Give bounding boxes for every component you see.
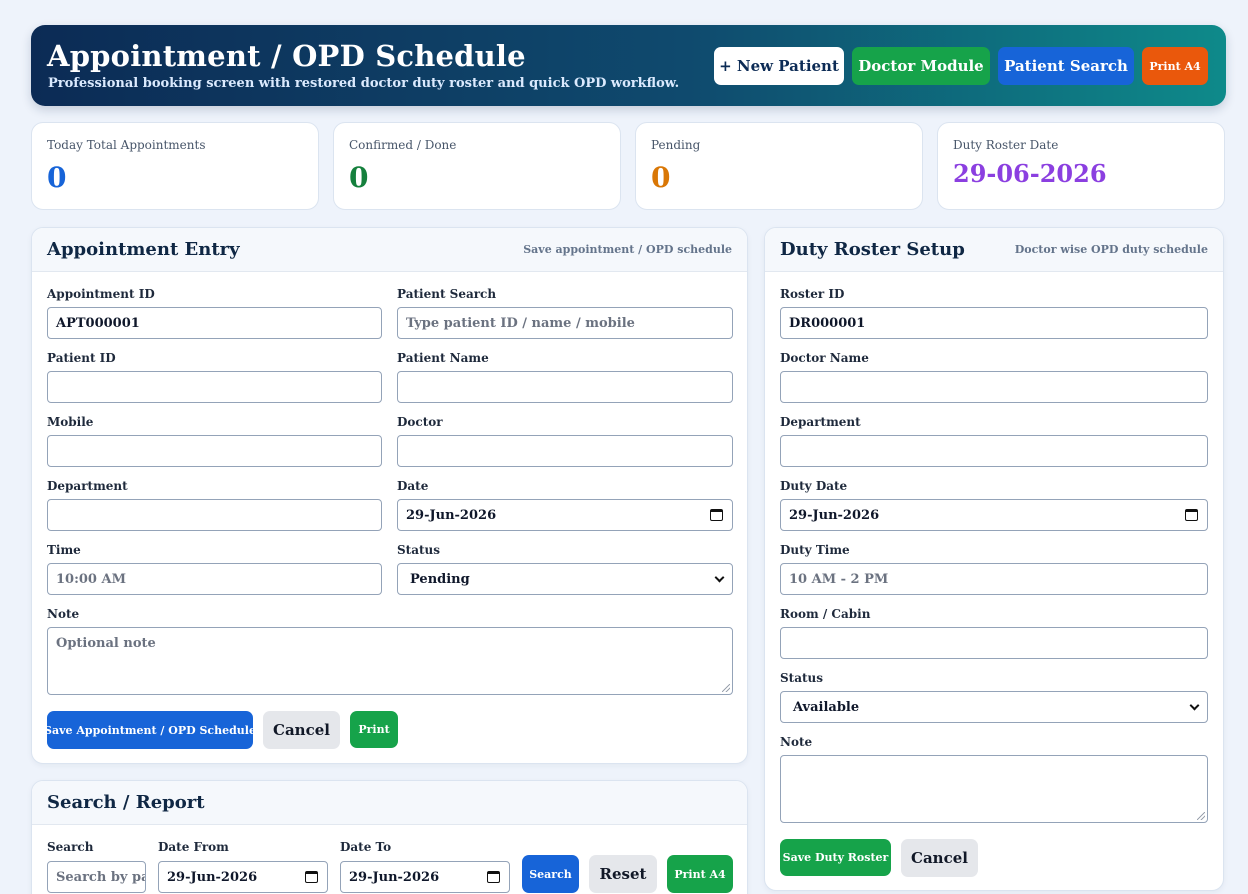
duty-time-label: Duty Time <box>780 543 850 557</box>
new-patient-button[interactable]: + New Patient <box>714 47 844 85</box>
room-label: Room / Cabin <box>780 607 871 621</box>
roster-id-label: Roster ID <box>780 287 845 301</box>
duty-time-input[interactable]: 10 AM - 2 PM <box>780 563 1208 595</box>
stat-label: Pending <box>651 138 701 152</box>
mobile-input[interactable] <box>47 435 382 467</box>
appointment-id-input[interactable]: APT000001 <box>47 307 382 339</box>
panel-header: Appointment Entry Save appointment / OPD… <box>32 228 747 272</box>
duty-date-input[interactable]: 29-Jun-2026 <box>780 499 1208 531</box>
report-reset-button[interactable]: Reset <box>589 855 657 893</box>
roster-department-label: Department <box>780 415 861 429</box>
time-input[interactable]: 10:00 AM <box>47 563 382 595</box>
date-value: 29-Jun-2026 <box>406 507 497 523</box>
patient-id-input[interactable] <box>47 371 382 403</box>
appointment-id-label: Appointment ID <box>47 287 155 301</box>
resize-grip-icon[interactable] <box>1197 812 1205 820</box>
page-subtitle: Professional booking screen with restore… <box>48 76 680 91</box>
save-duty-roster-button[interactable]: Save Duty Roster <box>780 839 891 876</box>
department-input[interactable] <box>47 499 382 531</box>
panel-title: Duty Roster Setup <box>780 239 965 260</box>
report-print-a4-button[interactable]: Print A4 <box>667 855 733 893</box>
date-to-input[interactable]: 29-Jun-2026 <box>340 861 510 893</box>
date-from-value: 29-Jun-2026 <box>167 869 258 885</box>
note-label: Note <box>47 607 80 621</box>
header-print-a4-button[interactable]: Print A4 <box>1142 47 1208 85</box>
status-label: Status <box>397 543 441 557</box>
stat-label: Confirmed / Done <box>349 138 457 152</box>
patient-search-label: Patient Search <box>397 287 497 301</box>
doctor-input[interactable] <box>397 435 733 467</box>
date-to-label: Date To <box>340 840 392 854</box>
report-search-label: Search <box>47 840 94 854</box>
calendar-icon[interactable] <box>1185 509 1198 521</box>
note-placeholder: Optional note <box>56 636 156 651</box>
date-from-input[interactable]: 29-Jun-2026 <box>158 861 328 893</box>
stat-value: 29-06-2026 <box>953 159 1107 188</box>
date-to-value: 29-Jun-2026 <box>349 869 440 885</box>
cancel-appointment-button[interactable]: Cancel <box>263 711 340 749</box>
report-search-input[interactable]: Search by patient <box>47 861 146 893</box>
panel-title: Search / Report <box>47 792 205 813</box>
duty-date-label: Duty Date <box>780 479 848 493</box>
page-header: Appointment / OPD Schedule Professional … <box>31 25 1226 106</box>
status-select[interactable]: Pending <box>397 563 733 595</box>
date-input[interactable]: 29-Jun-2026 <box>397 499 733 531</box>
chevron-down-icon <box>714 572 725 583</box>
page-title: Appointment / OPD Schedule <box>47 39 526 73</box>
patient-search-input[interactable]: Type patient ID / name / mobile <box>397 307 733 339</box>
panel-note: Doctor wise OPD duty schedule <box>1014 243 1208 256</box>
panel-note: Save appointment / OPD schedule <box>523 243 732 256</box>
roster-status-select[interactable]: Available <box>780 691 1208 723</box>
calendar-icon[interactable] <box>487 871 500 883</box>
panel-title: Appointment Entry <box>47 239 240 260</box>
patient-name-label: Patient Name <box>397 351 489 365</box>
stat-value: 0 <box>47 161 67 194</box>
stat-card-confirmed: Confirmed / Done 0 <box>333 122 621 210</box>
calendar-icon[interactable] <box>305 871 318 883</box>
roster-status-value: Available <box>793 699 860 715</box>
date-from-label: Date From <box>158 840 229 854</box>
resize-grip-icon[interactable] <box>722 684 730 692</box>
save-appointment-button[interactable]: Save Appointment / OPD Schedule <box>44 711 256 749</box>
doctor-name-label: Doctor Name <box>780 351 869 365</box>
patient-id-label: Patient ID <box>47 351 116 365</box>
appointment-entry-panel: Appointment Entry Save appointment / OPD… <box>31 227 748 764</box>
roster-note-label: Note <box>780 735 813 749</box>
search-report-panel: Search / Report Search Search by patient… <box>31 780 748 894</box>
stat-card-pending: Pending 0 <box>635 122 923 210</box>
duty-roster-panel: Duty Roster Setup Doctor wise OPD duty s… <box>764 227 1224 891</box>
panel-header: Search / Report <box>32 781 747 825</box>
stat-value: 0 <box>349 161 369 194</box>
report-search-button[interactable]: Search <box>522 855 579 893</box>
doctor-label: Doctor <box>397 415 443 429</box>
mobile-label: Mobile <box>47 415 94 429</box>
cancel-roster-button[interactable]: Cancel <box>901 839 978 877</box>
status-value: Pending <box>410 571 470 587</box>
time-label: Time <box>47 543 81 557</box>
stat-label: Duty Roster Date <box>953 138 1059 152</box>
roster-id-input[interactable]: DR000001 <box>780 307 1208 339</box>
stat-card-roster-date: Duty Roster Date 29-06-2026 <box>937 122 1225 210</box>
department-label: Department <box>47 479 128 493</box>
patient-name-input[interactable] <box>397 371 733 403</box>
doctor-name-input[interactable] <box>780 371 1208 403</box>
chevron-down-icon <box>1189 700 1200 711</box>
note-textarea[interactable]: Optional note <box>47 627 733 695</box>
patient-search-button[interactable]: Patient Search <box>998 47 1134 85</box>
stat-value: 0 <box>651 161 671 194</box>
roster-status-label: Status <box>780 671 824 685</box>
roster-note-textarea[interactable] <box>780 755 1208 823</box>
room-input[interactable] <box>780 627 1208 659</box>
stat-label: Today Total Appointments <box>47 138 206 152</box>
roster-department-input[interactable] <box>780 435 1208 467</box>
calendar-icon[interactable] <box>710 509 723 521</box>
print-appointment-button[interactable]: Print <box>350 711 398 748</box>
panel-header: Duty Roster Setup Doctor wise OPD duty s… <box>765 228 1223 272</box>
date-label: Date <box>397 479 429 493</box>
doctor-module-button[interactable]: Doctor Module <box>852 47 990 85</box>
stat-card-total: Today Total Appointments 0 <box>31 122 319 210</box>
duty-date-value: 29-Jun-2026 <box>789 507 880 523</box>
